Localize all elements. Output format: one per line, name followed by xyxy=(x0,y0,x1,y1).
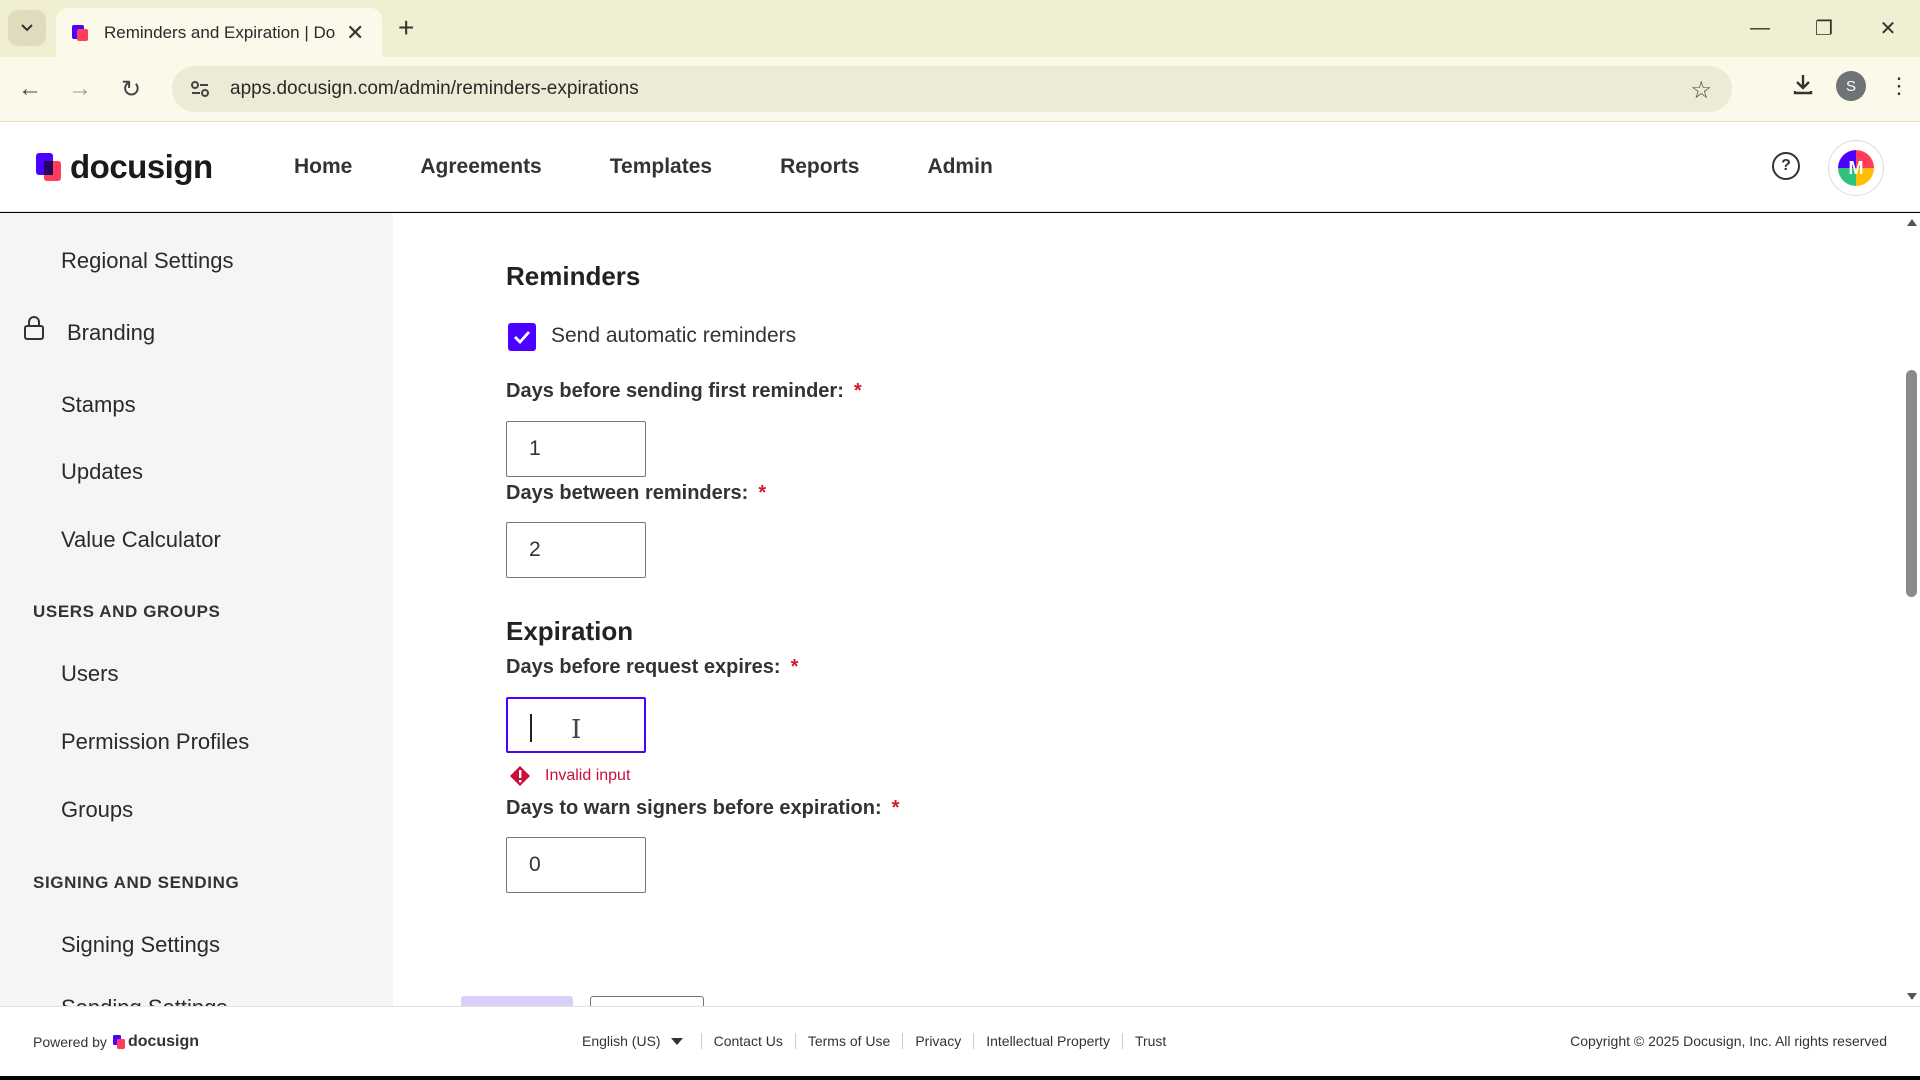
toolbar-right-icons: S ⋮ xyxy=(1792,71,1910,101)
site-settings-icon[interactable] xyxy=(180,80,220,98)
warn-signers-input[interactable] xyxy=(506,837,646,893)
sidebar-heading-signing-sending: SIGNING AND SENDING xyxy=(33,873,240,892)
caret-down-icon xyxy=(670,1037,683,1045)
bookmark-star-icon[interactable]: ☆ xyxy=(1690,76,1712,105)
download-icon[interactable] xyxy=(1792,73,1814,100)
sidebar-item-branding[interactable]: Branding xyxy=(67,320,155,346)
footer-link-contact[interactable]: Contact Us xyxy=(700,1033,795,1049)
required-asterisk: * xyxy=(853,380,862,402)
first-reminder-input[interactable] xyxy=(506,421,646,477)
footer-link-terms[interactable]: Terms of Use xyxy=(794,1033,902,1049)
ibeam-cursor-icon: I xyxy=(571,715,582,745)
first-reminder-label-text: Days before sending first reminder: xyxy=(506,380,844,402)
cancel-button[interactable] xyxy=(590,996,704,1006)
expiration-title: Expiration xyxy=(506,616,634,646)
docusign-logo-mark-icon xyxy=(34,152,64,182)
first-reminder-label: Days before sending first reminder: * xyxy=(506,380,862,403)
page-scrollbar[interactable] xyxy=(1903,213,1920,1006)
page-footer: Powered by docusign English (US) Contact… xyxy=(0,1006,1920,1076)
nav-reports[interactable]: Reports xyxy=(780,155,859,179)
footer-logo: docusign xyxy=(112,1033,200,1051)
checkmark-icon xyxy=(514,331,531,344)
window-controls: — ❐ ✕ xyxy=(1728,0,1920,57)
warn-signers-label: Days to warn signers before expiration: * xyxy=(506,797,899,820)
minimize-icon[interactable]: — xyxy=(1728,17,1792,40)
sidebar-item-stamps[interactable]: Stamps xyxy=(61,392,136,418)
sidebar-item-groups[interactable]: Groups xyxy=(61,797,133,823)
forward-arrow-icon[interactable]: → xyxy=(62,71,98,107)
sidebar-item-regional-settings[interactable]: Regional Settings xyxy=(61,248,233,274)
between-reminders-input[interactable] xyxy=(506,522,646,578)
footer-links: English (US) Contact Us Terms of Use Pri… xyxy=(582,1033,1178,1049)
footer-link-trust[interactable]: Trust xyxy=(1121,1033,1178,1049)
warn-signers-label-text: Days to warn signers before expiration: xyxy=(506,797,882,819)
admin-sidebar: Regional Settings Branding Stamps Update… xyxy=(0,213,393,1006)
sidebar-heading-users-groups: USERS AND GROUPS xyxy=(33,602,221,621)
url-text: apps.docusign.com/admin/reminders-expira… xyxy=(230,78,639,99)
browser-profile-avatar[interactable]: S xyxy=(1836,71,1866,101)
new-tab-icon[interactable]: + xyxy=(398,12,414,44)
tab-search-button[interactable] xyxy=(8,10,46,46)
window-close-icon[interactable]: ✕ xyxy=(1856,16,1920,41)
back-arrow-icon[interactable]: ← xyxy=(12,71,48,107)
powered-by-text: Powered by xyxy=(33,1034,107,1050)
required-asterisk: * xyxy=(758,482,767,504)
nav-home[interactable]: Home xyxy=(294,155,352,179)
send-reminders-label[interactable]: Send automatic reminders xyxy=(551,324,796,348)
reminders-title: Reminders xyxy=(506,261,641,291)
language-selector[interactable]: English (US) xyxy=(582,1033,701,1049)
main-content: Reminders Send automatic reminders Days … xyxy=(393,213,1903,1006)
expires-label-text: Days before request expires: xyxy=(506,656,781,678)
scroll-up-arrow-icon[interactable] xyxy=(1907,219,1917,226)
sidebar-item-sending-settings[interactable]: Sending Settings xyxy=(61,995,227,1006)
scroll-thumb[interactable] xyxy=(1906,370,1917,597)
reload-icon[interactable]: ↻ xyxy=(113,71,149,107)
tab-title: Reminders and Expiration | Doc xyxy=(104,22,336,42)
text-caret xyxy=(530,714,532,742)
required-asterisk: * xyxy=(790,656,799,678)
nav-agreements[interactable]: Agreements xyxy=(420,155,541,179)
powered-by: Powered by docusign xyxy=(33,1033,199,1051)
logo-text: docusign xyxy=(70,148,213,185)
more-menu-icon[interactable]: ⋮ xyxy=(1888,73,1910,99)
help-icon[interactable]: ? xyxy=(1772,152,1800,180)
docusign-favicon-icon xyxy=(70,23,90,43)
chevron-down-icon xyxy=(21,24,33,32)
address-bar[interactable]: apps.docusign.com/admin/reminders-expira… xyxy=(172,66,1732,112)
footer-link-privacy[interactable]: Privacy xyxy=(902,1033,973,1049)
docusign-mini-logo-icon xyxy=(112,1035,125,1049)
footer-logo-text: docusign xyxy=(127,1033,200,1050)
copyright-text: Copyright © 2025 Docusign, Inc. All righ… xyxy=(1570,1033,1887,1049)
error-diamond-icon xyxy=(509,765,531,787)
save-button[interactable] xyxy=(461,996,573,1006)
sidebar-item-permission-profiles[interactable]: Permission Profiles xyxy=(61,729,249,755)
top-navigation: Home Agreements Templates Reports Admin xyxy=(294,122,1061,212)
restore-icon[interactable]: ❐ xyxy=(1792,16,1856,41)
avatar-initial: M xyxy=(1838,150,1874,186)
expires-label: Days before request expires: * xyxy=(506,656,798,679)
browser-tab-active[interactable]: Reminders and Expiration | Doc ✕ xyxy=(56,8,382,57)
tab-close-icon[interactable]: ✕ xyxy=(346,21,364,44)
browser-toolbar: ← → ↻ apps.docusign.com/admin/reminders-… xyxy=(0,57,1920,122)
required-asterisk: * xyxy=(891,797,900,819)
sidebar-item-signing-settings[interactable]: Signing Settings xyxy=(61,932,220,958)
between-reminders-label: Days between reminders: * xyxy=(506,482,766,505)
app-header: docusign Home Agreements Templates Repor… xyxy=(0,122,1920,212)
send-reminders-checkbox[interactable] xyxy=(508,323,536,351)
lock-icon xyxy=(22,315,46,341)
footer-link-ip[interactable]: Intellectual Property xyxy=(973,1033,1122,1049)
nav-templates[interactable]: Templates xyxy=(610,155,712,179)
docusign-logo[interactable]: docusign xyxy=(34,148,213,186)
between-reminders-label-text: Days between reminders: xyxy=(506,482,749,504)
nav-admin[interactable]: Admin xyxy=(927,155,992,179)
user-avatar[interactable]: M xyxy=(1828,140,1884,196)
scroll-down-arrow-icon[interactable] xyxy=(1907,993,1917,1000)
expires-error-text: Invalid input xyxy=(545,767,631,784)
sidebar-item-updates[interactable]: Updates xyxy=(61,459,143,485)
sidebar-item-value-calculator[interactable]: Value Calculator xyxy=(61,527,221,553)
language-label: English (US) xyxy=(582,1033,661,1049)
browser-tab-bar: Reminders and Expiration | Doc ✕ + — ❐ ✕ xyxy=(0,0,1920,57)
sidebar-item-users[interactable]: Users xyxy=(61,661,118,687)
